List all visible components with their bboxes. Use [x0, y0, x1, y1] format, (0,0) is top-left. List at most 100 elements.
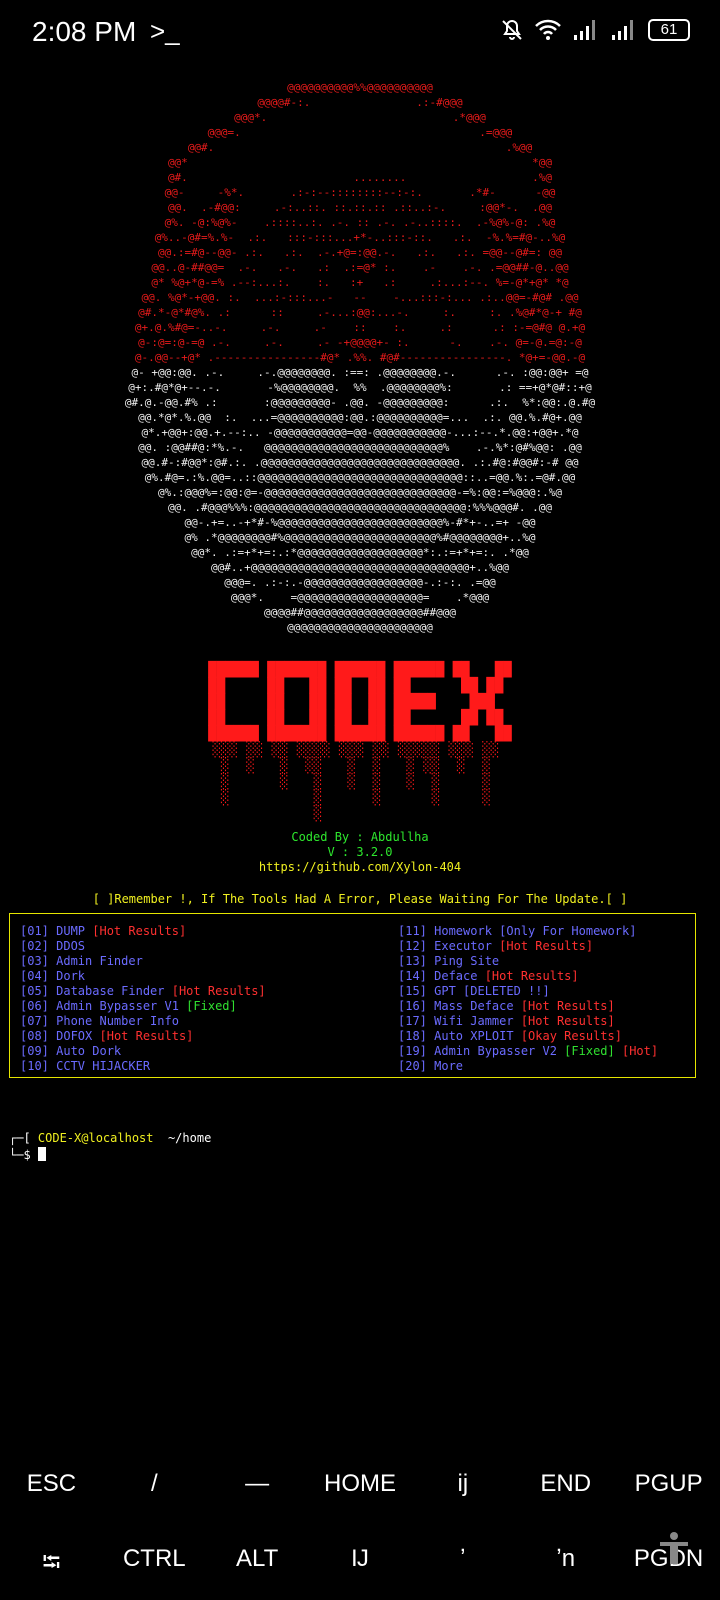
menu-item: [12] Executor [Hot Results] [398, 939, 658, 954]
accessibility-icon[interactable] [656, 1530, 692, 1566]
menu-item: [06] Admin Bypasser V1 [Fixed] [20, 999, 266, 1014]
extra-key-sym1[interactable]: / [103, 1470, 206, 1498]
extra-key-ctrl[interactable]: CTRL [103, 1545, 206, 1586]
menu-item-label: Homework [426, 924, 492, 938]
menu-item-tag: [Hot Results] [513, 1014, 615, 1028]
menu-item-number: [11] [398, 924, 427, 938]
extra-keys-row-1: ESC / — HOME ĳ END PGUP [0, 1470, 720, 1498]
menu-item: [16] Mass Deface [Hot Results] [398, 999, 658, 1014]
menu-item-number: [17] [398, 1014, 427, 1028]
extra-key-alt[interactable]: ALT [206, 1545, 309, 1586]
credits: Coded By : Abdullha V : 3.2.0 https://gi… [0, 830, 720, 875]
menu-item-number: [15] [398, 984, 427, 998]
menu-item: [07] Phone Number Info [20, 1014, 266, 1029]
menu-column-left: [01] DUMP [Hot Results] [02] DDOS [03] Adm… [20, 924, 266, 1074]
menu-item: [11] Homework [Only For Homework] [398, 924, 658, 939]
ascii-art-red: @@@@@@@@@@%%@@@@@@@@@@ @@@@#-:. .:-#@@@ … [134, 81, 586, 364]
menu-item-tag: [Fixed] [178, 999, 237, 1013]
menu-item-number: [12] [398, 939, 427, 953]
menu-item-tag: [Hot Results] [513, 999, 615, 1013]
menu-item-label: More [426, 1059, 464, 1073]
extra-key-sym4[interactable]: ʼ [411, 1545, 514, 1586]
menu-item-label: Executor [426, 939, 492, 953]
menu-item-number: [18] [398, 1029, 427, 1043]
menu-item-label: Auto XPLOIT [426, 1029, 514, 1043]
tool-menu: [01] DUMP [Hot Results] [02] DDOS [03] Adm… [9, 913, 696, 1078]
menu-item-label: CCTV HIJACKER [48, 1059, 151, 1073]
menu-item-tag: [Okay Results] [513, 1029, 622, 1043]
extra-key-pgup[interactable]: PGUP [617, 1470, 720, 1498]
menu-item-label: Ping Site [426, 954, 500, 968]
extra-key-esc[interactable]: ESC [0, 1470, 103, 1498]
menu-item: [01] DUMP [Hot Results] [20, 924, 266, 939]
extra-key-sym0[interactable]: ⭾ [0, 1545, 103, 1586]
menu-item-number: [19] [398, 1044, 427, 1058]
user-host: CODE-X@localhost [37, 1131, 154, 1145]
text-cursor [37, 1147, 46, 1161]
menu-item-label: Wifi Jammer [426, 1014, 514, 1028]
menu-item-label: Admin Bypasser V2 [426, 1044, 557, 1058]
menu-item-number: [07] [20, 1014, 49, 1028]
terminal-icon: >_ [150, 16, 180, 46]
extra-key-sym2[interactable]: — [206, 1470, 309, 1498]
ascii-skull-art: @@@@@@@@@@%%@@@@@@@@@@ @@@@#-:. .:-#@@@ … [0, 80, 720, 635]
menu-item: [05] Database Finder [Hot Results] [20, 984, 266, 999]
menu-item-label: Database Finder [48, 984, 165, 998]
status-bar: 2:08 PM >_ 61 [0, 0, 720, 66]
menu-item-label: DUMP [48, 924, 86, 938]
menu-item-number: [03] [20, 954, 49, 968]
menu-column-right: [11] Homework [Only For Homework] [12] Ex… [398, 924, 658, 1074]
menu-item-label: Admin Bypasser V1 [48, 999, 179, 1013]
menu-item-tag: [Hot Results] [477, 969, 579, 983]
menu-item-label: Mass Deface [426, 999, 514, 1013]
prompt-open: ┌─[ [9, 1131, 38, 1145]
menu-item-tag: [Only For Homework] [491, 924, 637, 938]
bell-off-icon [502, 19, 522, 40]
menu-item: [14] Deface [Hot Results] [398, 969, 658, 984]
menu-item-number: [13] [398, 954, 427, 968]
menu-item: [18] Auto XPLOIT [Okay Results] [398, 1029, 658, 1044]
clock: 2:08 PM [32, 16, 137, 47]
menu-item-number: [04] [20, 969, 49, 983]
menu-item-tag: [Hot Results] [164, 984, 266, 998]
status-icons: 61 [500, 18, 690, 42]
menu-item-number: [06] [20, 999, 49, 1013]
remember-notice: [ ]Remember !, If The Tools Had A Error,… [92, 892, 628, 906]
menu-item-label: Dork [48, 969, 86, 983]
menu-item-label: Phone Number Info [48, 1014, 179, 1028]
menu-item: [17] Wifi Jammer [Hot Results] [398, 1014, 658, 1029]
menu-item: [15] GPT [DELETED !!] [398, 984, 658, 999]
menu-item-label: GPT [426, 984, 456, 998]
extra-key-end[interactable]: END [514, 1470, 617, 1498]
menu-item-number: [08] [20, 1029, 49, 1043]
extra-key-home[interactable]: HOME [309, 1470, 412, 1498]
battery-icon: 61 [648, 19, 690, 41]
cwd: ~/home [153, 1131, 212, 1145]
menu-item-tag: [Hot] [614, 1044, 659, 1058]
signal-icon [574, 20, 595, 40]
extra-key-n[interactable]: ʼn [514, 1545, 617, 1586]
shell-input-line[interactable]: └─$ [9, 1147, 46, 1162]
menu-item-number: [10] [20, 1059, 49, 1073]
extra-key-sym3[interactable]: Ĳ [309, 1545, 412, 1586]
menu-item: [10] CCTV HIJACKER [20, 1059, 266, 1074]
menu-item-tag: [DELETED !!] [455, 984, 550, 998]
menu-item: [04] Dork [20, 969, 266, 984]
menu-item: [02] DDOS [20, 939, 266, 954]
menu-item-tag: [Fixed] [556, 1044, 615, 1058]
menu-item-number: [09] [20, 1044, 49, 1058]
menu-item: [13] Ping Site [398, 954, 658, 969]
menu-item: [09] Auto Dork [20, 1044, 266, 1059]
shell-prompt-line: ┌─[ CODE-X@localhost ~/home [9, 1131, 211, 1145]
menu-item-label: DOFOX [48, 1029, 93, 1043]
menu-item-label: DDOS [48, 939, 86, 953]
menu-item-label: Deface [426, 969, 478, 983]
menu-item-number: [02] [20, 939, 49, 953]
extra-key-sym4[interactable]: ĳ [411, 1470, 514, 1498]
menu-item: [08] DOFOX [Hot Results] [20, 1029, 266, 1044]
menu-item-tag: [Hot Results] [92, 1029, 194, 1043]
ascii-art-white: @- +@@:@@. .-. .-.@@@@@@@@. :==: .@@@@@@… [124, 366, 596, 634]
extra-keys-row-2: ⭾ CTRL ALT Ĳ ʼ ʼn PGDN [0, 1545, 720, 1586]
github-url: https://github.com/Xylon-404 [258, 860, 462, 874]
menu-item: [19] Admin Bypasser V2 [Fixed] [Hot] [398, 1044, 658, 1059]
